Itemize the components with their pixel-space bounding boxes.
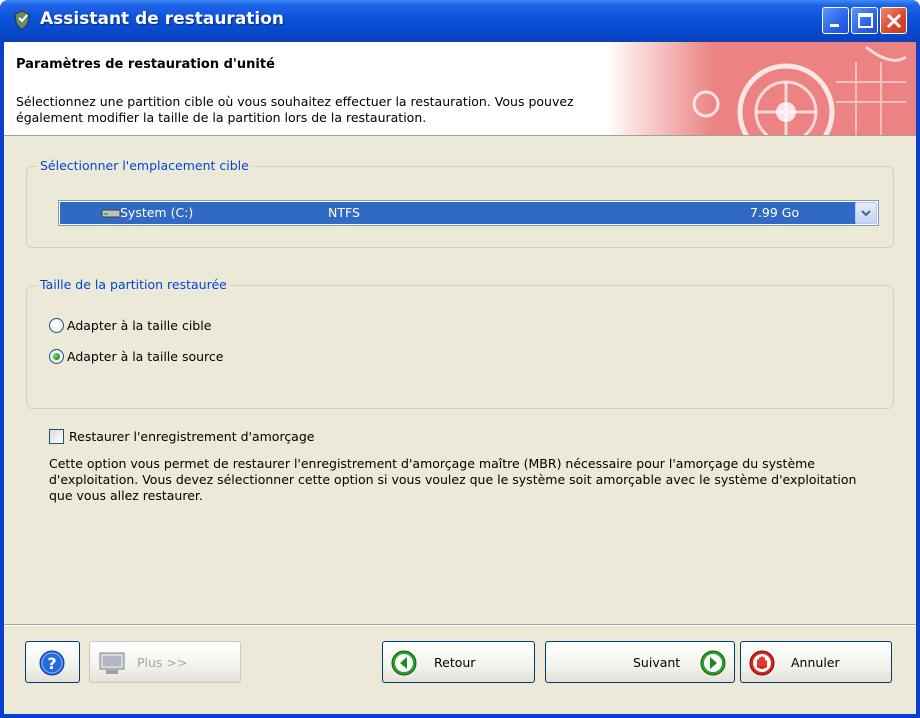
page-description: Sélectionnez une partition cible où vous…: [16, 94, 574, 125]
partition-name: System (C:): [120, 205, 194, 220]
close-button[interactable]: [880, 7, 907, 34]
partition-size: 7.99 Go: [750, 205, 800, 220]
plus-button-label: Plus >>: [137, 655, 188, 670]
cancel-button-label: Annuler: [791, 655, 840, 670]
target-location-group: Sélectionner l'emplacement cible System …: [26, 158, 894, 248]
wizard-header: Paramètres de restauration d'unité Sélec…: [4, 42, 916, 136]
app-shield-icon: [14, 10, 30, 30]
restore-mbr-checkbox[interactable]: [49, 429, 64, 444]
next-button[interactable]: Suivant: [545, 641, 735, 683]
question-icon: ?: [39, 650, 65, 676]
restore-mbr-label: Restaurer l'enregistrement d'amorçage: [69, 429, 315, 444]
maximize-icon: [858, 13, 873, 28]
partition-size-legend: Taille de la partition restaurée: [37, 277, 230, 292]
radio-fit-source-button[interactable]: [49, 349, 64, 364]
vault-door-banner-icon: [606, 42, 916, 135]
radio-fit-target-label: Adapter à la taille cible: [67, 318, 212, 333]
stop-hand-icon: [749, 650, 775, 676]
close-icon: [886, 13, 902, 29]
dialog-client-area: Paramètres de restauration d'unité Sélec…: [4, 42, 916, 714]
help-button[interactable]: ?: [25, 641, 80, 683]
hard-drive-icon: [101, 209, 121, 218]
cancel-button[interactable]: Annuler: [740, 641, 892, 683]
minimize-icon: [830, 24, 839, 27]
radio-fit-target-button[interactable]: [49, 318, 64, 333]
partition-selected-item[interactable]: System (C:) NTFS 7.99 Go: [60, 202, 856, 224]
restore-wizard-window: Assistant de restauration Paramètres de …: [0, 0, 920, 718]
maximize-button[interactable]: [851, 7, 878, 34]
window-title: Assistant de restauration: [40, 9, 285, 29]
computer-icon: [99, 652, 125, 674]
plus-button[interactable]: Plus >>: [89, 641, 241, 683]
partition-filesystem: NTFS: [328, 205, 360, 220]
chevron-down-icon: [861, 210, 871, 217]
partition-size-group: Taille de la partition restaurée Adapter…: [26, 277, 894, 409]
dropdown-arrow-button[interactable]: [855, 202, 877, 224]
forward-arrow-icon: [700, 650, 726, 676]
mbr-description: Cette option vous permet de restaurer l'…: [49, 456, 857, 503]
svg-text:?: ?: [47, 654, 56, 673]
radio-fit-source-label: Adapter à la taille source: [67, 349, 224, 364]
back-arrow-icon: [391, 650, 417, 676]
back-button-label: Retour: [434, 655, 476, 670]
footer-divider: [4, 624, 916, 626]
page-title: Paramètres de restauration d'unité: [16, 57, 275, 72]
partition-select[interactable]: System (C:) NTFS 7.99 Go: [58, 200, 879, 226]
target-location-legend: Sélectionner l'emplacement cible: [37, 158, 252, 173]
title-bar[interactable]: Assistant de restauration: [0, 0, 920, 42]
back-button[interactable]: Retour: [382, 641, 535, 683]
next-button-label: Suivant: [633, 655, 681, 670]
minimize-button[interactable]: [822, 7, 849, 34]
